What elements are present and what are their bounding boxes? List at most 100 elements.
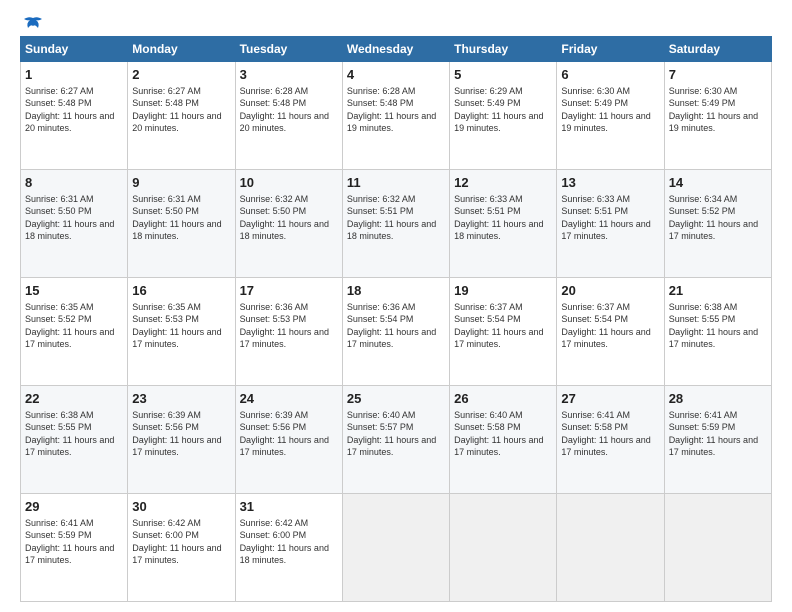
- day-number: 2: [132, 66, 230, 84]
- header: [20, 16, 772, 30]
- day-number: 25: [347, 390, 445, 408]
- day-info: Sunrise: 6:39 AMSunset: 5:56 PMDaylight:…: [132, 409, 230, 459]
- day-number: 14: [669, 174, 767, 192]
- calendar-day-cell: 21Sunrise: 6:38 AMSunset: 5:55 PMDayligh…: [664, 278, 771, 386]
- calendar-day-cell: 27Sunrise: 6:41 AMSunset: 5:58 PMDayligh…: [557, 386, 664, 494]
- day-number: 18: [347, 282, 445, 300]
- day-number: 9: [132, 174, 230, 192]
- day-number: 10: [240, 174, 338, 192]
- day-info: Sunrise: 6:30 AMSunset: 5:49 PMDaylight:…: [669, 85, 767, 135]
- day-info: Sunrise: 6:33 AMSunset: 5:51 PMDaylight:…: [454, 193, 552, 243]
- calendar-day-cell: 23Sunrise: 6:39 AMSunset: 5:56 PMDayligh…: [128, 386, 235, 494]
- day-info: Sunrise: 6:41 AMSunset: 5:58 PMDaylight:…: [561, 409, 659, 459]
- day-number: 19: [454, 282, 552, 300]
- calendar-day-cell: 7Sunrise: 6:30 AMSunset: 5:49 PMDaylight…: [664, 62, 771, 170]
- calendar-day-cell: 4Sunrise: 6:28 AMSunset: 5:48 PMDaylight…: [342, 62, 449, 170]
- day-info: Sunrise: 6:28 AMSunset: 5:48 PMDaylight:…: [347, 85, 445, 135]
- day-info: Sunrise: 6:39 AMSunset: 5:56 PMDaylight:…: [240, 409, 338, 459]
- calendar-day-cell: 5Sunrise: 6:29 AMSunset: 5:49 PMDaylight…: [450, 62, 557, 170]
- calendar-day-cell: 3Sunrise: 6:28 AMSunset: 5:48 PMDaylight…: [235, 62, 342, 170]
- day-number: 23: [132, 390, 230, 408]
- day-number: 17: [240, 282, 338, 300]
- calendar-day-cell: 2Sunrise: 6:27 AMSunset: 5:48 PMDaylight…: [128, 62, 235, 170]
- calendar-day-cell: 1Sunrise: 6:27 AMSunset: 5:48 PMDaylight…: [21, 62, 128, 170]
- day-info: Sunrise: 6:31 AMSunset: 5:50 PMDaylight:…: [132, 193, 230, 243]
- day-info: Sunrise: 6:37 AMSunset: 5:54 PMDaylight:…: [454, 301, 552, 351]
- day-number: 31: [240, 498, 338, 516]
- day-info: Sunrise: 6:36 AMSunset: 5:53 PMDaylight:…: [240, 301, 338, 351]
- calendar-day-cell: 15Sunrise: 6:35 AMSunset: 5:52 PMDayligh…: [21, 278, 128, 386]
- calendar-header-friday: Friday: [557, 37, 664, 62]
- day-info: Sunrise: 6:40 AMSunset: 5:58 PMDaylight:…: [454, 409, 552, 459]
- calendar-day-cell: 11Sunrise: 6:32 AMSunset: 5:51 PMDayligh…: [342, 170, 449, 278]
- day-number: 3: [240, 66, 338, 84]
- day-number: 8: [25, 174, 123, 192]
- day-info: Sunrise: 6:33 AMSunset: 5:51 PMDaylight:…: [561, 193, 659, 243]
- day-info: Sunrise: 6:27 AMSunset: 5:48 PMDaylight:…: [25, 85, 123, 135]
- calendar-week-row: 1Sunrise: 6:27 AMSunset: 5:48 PMDaylight…: [21, 62, 772, 170]
- day-info: Sunrise: 6:38 AMSunset: 5:55 PMDaylight:…: [669, 301, 767, 351]
- calendar-day-cell: 13Sunrise: 6:33 AMSunset: 5:51 PMDayligh…: [557, 170, 664, 278]
- calendar-day-cell: 8Sunrise: 6:31 AMSunset: 5:50 PMDaylight…: [21, 170, 128, 278]
- calendar-day-cell: 25Sunrise: 6:40 AMSunset: 5:57 PMDayligh…: [342, 386, 449, 494]
- day-info: Sunrise: 6:28 AMSunset: 5:48 PMDaylight:…: [240, 85, 338, 135]
- calendar-day-cell: 22Sunrise: 6:38 AMSunset: 5:55 PMDayligh…: [21, 386, 128, 494]
- day-number: 4: [347, 66, 445, 84]
- calendar-day-cell: 9Sunrise: 6:31 AMSunset: 5:50 PMDaylight…: [128, 170, 235, 278]
- calendar-week-row: 22Sunrise: 6:38 AMSunset: 5:55 PMDayligh…: [21, 386, 772, 494]
- calendar-header-wednesday: Wednesday: [342, 37, 449, 62]
- calendar-day-cell: 31Sunrise: 6:42 AMSunset: 6:00 PMDayligh…: [235, 494, 342, 602]
- calendar-week-row: 15Sunrise: 6:35 AMSunset: 5:52 PMDayligh…: [21, 278, 772, 386]
- day-info: Sunrise: 6:31 AMSunset: 5:50 PMDaylight:…: [25, 193, 123, 243]
- calendar-day-cell: 24Sunrise: 6:39 AMSunset: 5:56 PMDayligh…: [235, 386, 342, 494]
- day-info: Sunrise: 6:40 AMSunset: 5:57 PMDaylight:…: [347, 409, 445, 459]
- calendar-week-row: 29Sunrise: 6:41 AMSunset: 5:59 PMDayligh…: [21, 494, 772, 602]
- calendar-day-cell: 14Sunrise: 6:34 AMSunset: 5:52 PMDayligh…: [664, 170, 771, 278]
- calendar-day-cell: [664, 494, 771, 602]
- logo: [20, 16, 44, 30]
- calendar-day-cell: 17Sunrise: 6:36 AMSunset: 5:53 PMDayligh…: [235, 278, 342, 386]
- day-info: Sunrise: 6:37 AMSunset: 5:54 PMDaylight:…: [561, 301, 659, 351]
- calendar-day-cell: [557, 494, 664, 602]
- calendar-day-cell: 20Sunrise: 6:37 AMSunset: 5:54 PMDayligh…: [557, 278, 664, 386]
- calendar-day-cell: 28Sunrise: 6:41 AMSunset: 5:59 PMDayligh…: [664, 386, 771, 494]
- calendar-header-saturday: Saturday: [664, 37, 771, 62]
- calendar-day-cell: 10Sunrise: 6:32 AMSunset: 5:50 PMDayligh…: [235, 170, 342, 278]
- day-number: 30: [132, 498, 230, 516]
- day-number: 7: [669, 66, 767, 84]
- day-number: 29: [25, 498, 123, 516]
- day-info: Sunrise: 6:30 AMSunset: 5:49 PMDaylight:…: [561, 85, 659, 135]
- calendar-header-monday: Monday: [128, 37, 235, 62]
- day-number: 12: [454, 174, 552, 192]
- day-number: 1: [25, 66, 123, 84]
- day-number: 20: [561, 282, 659, 300]
- day-info: Sunrise: 6:35 AMSunset: 5:52 PMDaylight:…: [25, 301, 123, 351]
- calendar-table: SundayMondayTuesdayWednesdayThursdayFrid…: [20, 36, 772, 602]
- day-info: Sunrise: 6:42 AMSunset: 6:00 PMDaylight:…: [240, 517, 338, 567]
- day-info: Sunrise: 6:35 AMSunset: 5:53 PMDaylight:…: [132, 301, 230, 351]
- calendar-day-cell: [342, 494, 449, 602]
- day-number: 5: [454, 66, 552, 84]
- calendar-day-cell: 29Sunrise: 6:41 AMSunset: 5:59 PMDayligh…: [21, 494, 128, 602]
- day-number: 21: [669, 282, 767, 300]
- calendar-day-cell: 19Sunrise: 6:37 AMSunset: 5:54 PMDayligh…: [450, 278, 557, 386]
- calendar-day-cell: 18Sunrise: 6:36 AMSunset: 5:54 PMDayligh…: [342, 278, 449, 386]
- day-info: Sunrise: 6:41 AMSunset: 5:59 PMDaylight:…: [669, 409, 767, 459]
- calendar-day-cell: 16Sunrise: 6:35 AMSunset: 5:53 PMDayligh…: [128, 278, 235, 386]
- day-number: 24: [240, 390, 338, 408]
- day-number: 28: [669, 390, 767, 408]
- day-info: Sunrise: 6:29 AMSunset: 5:49 PMDaylight:…: [454, 85, 552, 135]
- day-number: 26: [454, 390, 552, 408]
- day-number: 15: [25, 282, 123, 300]
- calendar-day-cell: 6Sunrise: 6:30 AMSunset: 5:49 PMDaylight…: [557, 62, 664, 170]
- day-info: Sunrise: 6:42 AMSunset: 6:00 PMDaylight:…: [132, 517, 230, 567]
- day-info: Sunrise: 6:27 AMSunset: 5:48 PMDaylight:…: [132, 85, 230, 135]
- day-number: 16: [132, 282, 230, 300]
- calendar-day-cell: 26Sunrise: 6:40 AMSunset: 5:58 PMDayligh…: [450, 386, 557, 494]
- day-info: Sunrise: 6:32 AMSunset: 5:50 PMDaylight:…: [240, 193, 338, 243]
- calendar-week-row: 8Sunrise: 6:31 AMSunset: 5:50 PMDaylight…: [21, 170, 772, 278]
- day-number: 11: [347, 174, 445, 192]
- day-info: Sunrise: 6:34 AMSunset: 5:52 PMDaylight:…: [669, 193, 767, 243]
- calendar-day-cell: 30Sunrise: 6:42 AMSunset: 6:00 PMDayligh…: [128, 494, 235, 602]
- calendar-day-cell: [450, 494, 557, 602]
